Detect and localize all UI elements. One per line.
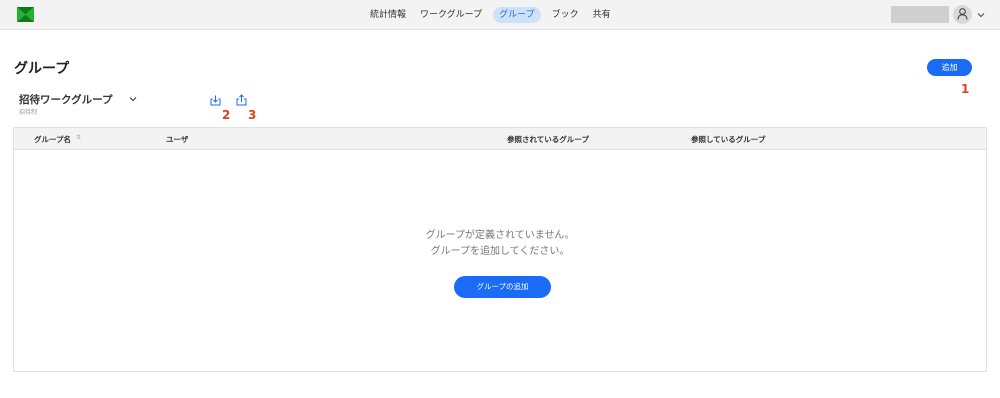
nav-item-statistics[interactable]: 統計情報 <box>367 7 409 23</box>
column-header-referencing-groups: 参照しているグループ <box>691 135 766 144</box>
column-header-users: ユーザ <box>166 135 189 144</box>
workgroup-dropdown-label: 招待ワークグループ <box>19 93 113 106</box>
groups-table: グループ名 ⇅ ユーザ 参照されているグループ 参照しているグループ グループが定… <box>13 127 987 372</box>
nav-item-groups[interactable]: グループ <box>493 7 541 23</box>
main-nav: 統計情報 ワークグループ グループ ブック 共有 <box>367 7 622 23</box>
callout-number: 1 <box>961 82 970 96</box>
add-button[interactable]: 追加 <box>927 59 972 76</box>
workgroup-type-label: 招待制 <box>19 109 38 116</box>
table-header: グループ名 ⇅ ユーザ 参照されているグループ 参照しているグループ <box>14 128 986 150</box>
nav-item-books[interactable]: ブック <box>549 7 582 23</box>
chevron-down-icon <box>130 97 137 102</box>
chevron-down-icon[interactable] <box>976 10 986 20</box>
user-avatar-icon[interactable] <box>953 5 972 24</box>
empty-state-message: グループが定義されていません。 <box>425 230 575 241</box>
app-logo[interactable] <box>17 7 34 22</box>
nav-item-workgroups[interactable]: ワークグループ <box>417 7 485 23</box>
column-header-label: グループ名 <box>34 135 72 144</box>
top-bar: 統計情報 ワークグループ グループ ブック 共有 <box>0 0 1000 30</box>
callout-number: 3 <box>248 108 257 122</box>
export-icon[interactable] <box>236 94 247 106</box>
column-header-referenced-groups: 参照されているグループ <box>507 135 589 144</box>
nav-item-share[interactable]: 共有 <box>590 7 614 23</box>
callout-number: 2 <box>222 108 231 122</box>
page-title: グループ <box>14 61 70 77</box>
add-group-button[interactable]: グループの追加 <box>454 276 551 298</box>
empty-state-hint: グループを追加してください。 <box>430 246 570 257</box>
column-header-group-name[interactable]: グループ名 ⇅ <box>34 134 81 145</box>
user-name-redacted <box>891 6 949 23</box>
workgroup-dropdown[interactable]: 招待ワークグループ <box>19 92 138 106</box>
import-icon[interactable] <box>210 95 221 106</box>
sort-icon[interactable]: ⇅ <box>76 134 81 141</box>
